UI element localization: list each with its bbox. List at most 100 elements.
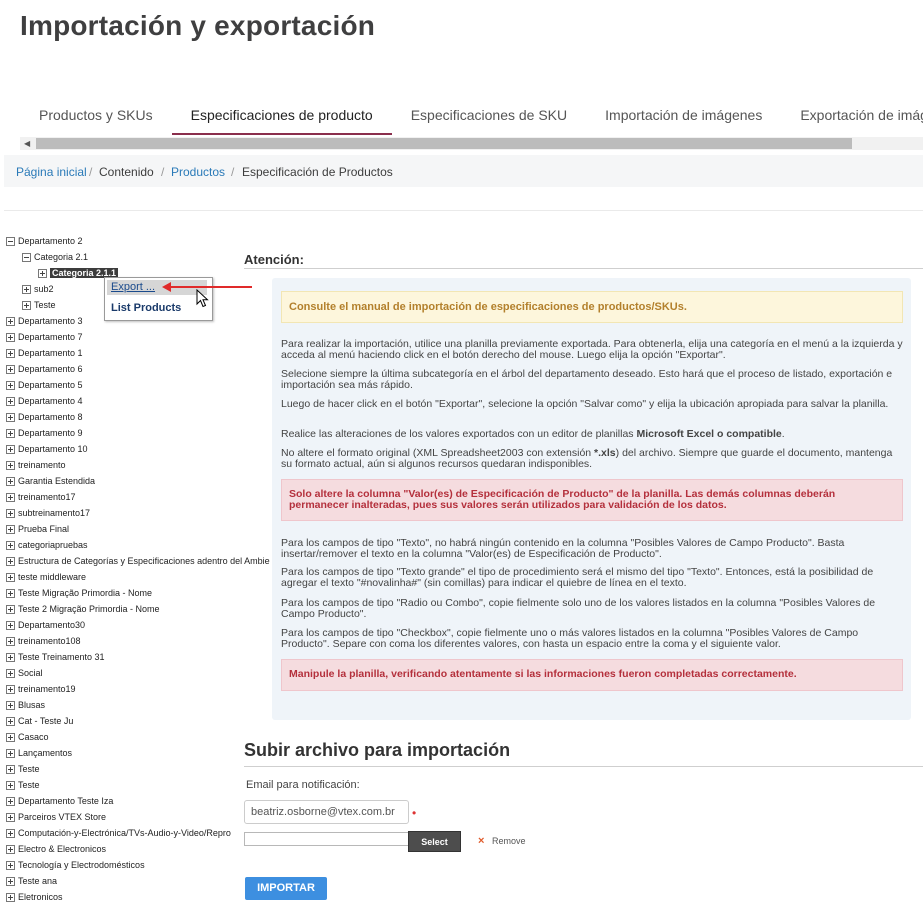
tree-node[interactable]: Computación-y-Electrónica/TVs-Audio-y-Vi… <box>6 826 231 840</box>
expand-icon[interactable] <box>6 717 15 727</box>
tree-node[interactable]: Departamento 10 <box>6 442 88 456</box>
tree-node[interactable]: teste middleware <box>6 570 86 584</box>
tree-node[interactable]: Teste ana <box>6 874 57 888</box>
tabs-scrollbar[interactable]: ◀ <box>20 137 923 150</box>
expand-icon[interactable] <box>6 573 15 583</box>
expand-icon[interactable] <box>6 605 15 615</box>
tree-node[interactable]: Departamento 7 <box>6 330 83 344</box>
tree-node[interactable]: Departamento30 <box>6 618 85 632</box>
expand-icon[interactable] <box>6 845 15 855</box>
expand-icon[interactable] <box>6 813 15 823</box>
expand-icon[interactable] <box>6 429 15 439</box>
expand-icon[interactable] <box>6 509 15 519</box>
expand-icon[interactable] <box>6 733 15 743</box>
expand-icon[interactable] <box>6 749 15 759</box>
expand-icon[interactable] <box>6 349 15 359</box>
expand-icon[interactable] <box>6 669 15 679</box>
tree-node[interactable]: Lançamentos <box>6 746 72 760</box>
expand-icon[interactable] <box>6 381 15 391</box>
tab-productos-skus[interactable]: Productos y SKUs <box>20 100 172 133</box>
tree-node[interactable]: Teste <box>6 762 40 776</box>
expand-icon[interactable] <box>6 477 15 487</box>
scrollbar-thumb[interactable] <box>36 138 852 149</box>
file-path-field[interactable] <box>244 832 409 846</box>
breadcrumb-home[interactable]: Página inicial <box>16 165 87 179</box>
tab-especificaciones-producto[interactable]: Especificaciones de producto <box>171 100 392 135</box>
context-menu-list-products[interactable]: List Products <box>111 302 181 314</box>
tree-node[interactable]: Teste Migração Primordia - Nome <box>6 586 152 600</box>
tree-node[interactable]: Departamento Teste Iza <box>6 794 113 808</box>
tree-node[interactable]: Departamento 3 <box>6 314 83 328</box>
expand-icon[interactable] <box>6 413 15 423</box>
tree-node[interactable]: Prueba Final <box>6 522 69 536</box>
tree-node[interactable]: categoriapruebas <box>6 538 88 552</box>
tree-node[interactable]: Casaco <box>6 730 49 744</box>
expand-icon[interactable] <box>6 781 15 791</box>
tree-node[interactable]: treinamento19 <box>6 682 76 696</box>
collapse-icon[interactable] <box>22 253 31 263</box>
scroll-left-icon[interactable]: ◀ <box>24 139 30 148</box>
expand-icon[interactable] <box>6 557 15 567</box>
tree-node[interactable]: Departamento 5 <box>6 378 83 392</box>
expand-icon[interactable] <box>6 493 15 503</box>
expand-icon[interactable] <box>38 269 47 279</box>
tree-node[interactable]: Departamento 6 <box>6 362 83 376</box>
expand-icon[interactable] <box>6 637 15 647</box>
expand-icon[interactable] <box>6 317 15 327</box>
tree-node[interactable]: Tecnología y Electrodomésticos <box>6 858 145 872</box>
tree-node[interactable]: Estructura de Categorías y Especificacio… <box>6 554 270 568</box>
expand-icon[interactable] <box>6 861 15 871</box>
expand-icon[interactable] <box>6 765 15 775</box>
tree-node[interactable]: Parceiros VTEX Store <box>6 810 106 824</box>
expand-icon[interactable] <box>6 653 15 663</box>
tree-node[interactable]: Departamento 9 <box>6 426 83 440</box>
tree-node[interactable]: Cat - Teste Ju <box>6 714 73 728</box>
email-input[interactable] <box>244 800 409 824</box>
expand-icon[interactable] <box>6 893 15 903</box>
expand-icon[interactable] <box>6 365 15 375</box>
tree-node[interactable]: subtreinamento17 <box>6 506 90 520</box>
expand-icon[interactable] <box>6 621 15 631</box>
expand-icon[interactable] <box>6 829 15 839</box>
import-button[interactable]: IMPORTAR <box>245 877 327 900</box>
tree-node[interactable]: Teste <box>22 298 56 312</box>
remove-icon[interactable]: × <box>478 835 484 847</box>
expand-icon[interactable] <box>22 285 31 295</box>
expand-icon[interactable] <box>6 877 15 887</box>
expand-icon[interactable] <box>6 685 15 695</box>
tab-especificaciones-sku[interactable]: Especificaciones de SKU <box>392 100 586 133</box>
tree-node[interactable]: Blusas <box>6 698 45 712</box>
expand-icon[interactable] <box>6 589 15 599</box>
tree-node[interactable]: Teste 2 Migração Primordia - Nome <box>6 602 160 616</box>
breadcrumb-products[interactable]: Productos <box>171 165 225 179</box>
expand-icon[interactable] <box>22 301 31 311</box>
tree-node[interactable]: Teste <box>6 778 40 792</box>
collapse-icon[interactable] <box>6 237 15 247</box>
tree-node[interactable]: Categoria 2.1 <box>22 250 88 264</box>
remove-link[interactable]: Remove <box>492 836 526 846</box>
tree-node[interactable]: Departamento 4 <box>6 394 83 408</box>
tree-node[interactable]: treinamento108 <box>6 634 81 648</box>
expand-icon[interactable] <box>6 397 15 407</box>
tree-node[interactable]: Eletronicos <box>6 890 63 904</box>
tree-node[interactable]: Departamento 8 <box>6 410 83 424</box>
tree-node[interactable]: Electro & Electronicos <box>6 842 106 856</box>
tab-importacion-imagenes[interactable]: Importación de imágenes <box>586 100 781 133</box>
tree-node[interactable]: sub2 <box>22 282 54 296</box>
tree-node[interactable]: Garantia Estendida <box>6 474 95 488</box>
tree-node[interactable]: Teste Treinamento 31 <box>6 650 105 664</box>
expand-icon[interactable] <box>6 445 15 455</box>
expand-icon[interactable] <box>6 797 15 807</box>
expand-icon[interactable] <box>6 541 15 551</box>
select-file-button[interactable]: Select <box>408 831 461 852</box>
expand-icon[interactable] <box>6 461 15 471</box>
expand-icon[interactable] <box>6 701 15 711</box>
tree-node[interactable]: Social <box>6 666 43 680</box>
tree-node[interactable]: treinamento <box>6 458 66 472</box>
expand-icon[interactable] <box>6 333 15 343</box>
expand-icon[interactable] <box>6 525 15 535</box>
tree-node[interactable]: Departamento 1 <box>6 346 83 360</box>
tree-node[interactable]: Departamento 2 <box>6 234 83 248</box>
tree-node[interactable]: treinamento17 <box>6 490 76 504</box>
tab-exportacion-imagenes[interactable]: Exportación de imágenes <box>781 100 923 133</box>
